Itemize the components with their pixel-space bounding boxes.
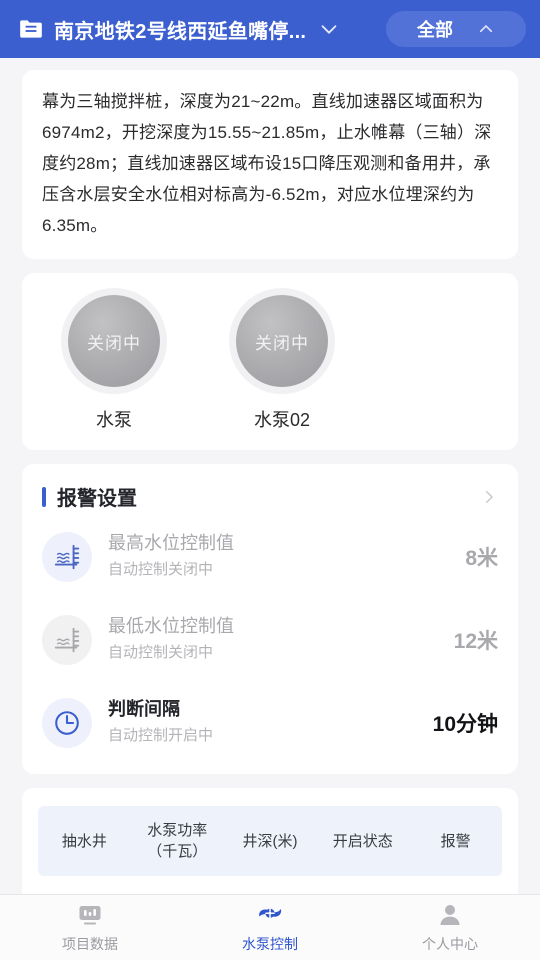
water-level-high-icon xyxy=(54,544,80,569)
alarm-icon-background xyxy=(42,697,92,748)
table-header-row: 抽水井 水泵功率 （千瓦） 井深(米) 开启状态 报警 xyxy=(38,806,502,876)
tab-pump-control[interactable]: 水泵控制 xyxy=(180,895,360,960)
alarm-label: 最低水位控制值 xyxy=(108,616,234,636)
pump-name-label: 水泵 xyxy=(96,410,132,430)
alarm-row-judgement-interval[interactable]: 判断间隔 自动控制开启中 10分钟 xyxy=(42,681,498,764)
tab-label: 项目数据 xyxy=(62,936,118,952)
cell-power: 1 xyxy=(131,876,224,894)
project-description-text: 幕为三轴搅拌桩，深度为21~22m。直线加速器区域面积为6974m2，开挖深度为… xyxy=(42,92,492,235)
filter-all-button[interactable]: 全部 xyxy=(386,11,526,47)
pump-well-table: 抽水井 水泵功率 （千瓦） 井深(米) 开启状态 报警 xyxy=(38,806,502,894)
table-body: 水泵 1 10 关闭中 否 水泵02 100 30 关闭中 否 xyxy=(38,876,502,894)
alarm-value: 8米 xyxy=(465,546,498,570)
bottom-tab-bar: 项目数据 水泵控制 个人中心 xyxy=(0,894,540,960)
table-row: 水泵 1 10 关闭中 否 xyxy=(38,876,502,894)
pump-state-label: 关闭中 xyxy=(255,333,309,353)
alarm-value: 12米 xyxy=(453,629,498,653)
pump-item: 关闭中 水泵02 xyxy=(232,295,332,432)
table-col-depth: 井深(米) xyxy=(223,806,317,876)
tab-project-data[interactable]: 项目数据 xyxy=(0,895,180,960)
alarm-sub-label: 自动控制关闭中 xyxy=(108,561,214,578)
alarm-row-max-water-level[interactable]: 最高水位控制值 自动控制关闭中 8米 xyxy=(42,515,498,598)
pump-toggle-button[interactable]: 关闭中 xyxy=(68,295,160,387)
alarm-sub-label: 自动控制关闭中 xyxy=(108,644,214,661)
alarm-icon-background xyxy=(42,614,92,665)
alarm-label: 判断间隔 xyxy=(108,699,180,719)
table-col-alarm: 报警 xyxy=(409,806,502,876)
water-level-low-icon xyxy=(54,627,80,652)
tab-label: 个人中心 xyxy=(422,936,478,952)
alarm-label: 最高水位控制值 xyxy=(108,533,234,553)
chevron-down-icon[interactable] xyxy=(318,18,340,40)
app-header: 南京地铁2号线西延鱼嘴停... 全部 xyxy=(0,0,540,58)
pump-toggle-button[interactable]: 关闭中 xyxy=(236,295,328,387)
user-icon xyxy=(440,905,460,925)
alarm-value: 10分钟 xyxy=(432,712,498,736)
alarm-row-min-water-level[interactable]: 最低水位控制值 自动控制关闭中 12米 xyxy=(42,598,498,681)
tab-label: 水泵控制 xyxy=(242,936,298,952)
table-col-line1: 抽水井 xyxy=(61,832,107,850)
pump-impeller-icon xyxy=(259,908,282,919)
page-title: 南京地铁2号线西延鱼嘴停... xyxy=(54,20,307,43)
alarm-text-block: 最高水位控制值 自动控制关闭中 xyxy=(108,531,441,582)
pump-state-label: 关闭中 xyxy=(87,333,141,353)
pump-control-card: 关闭中 水泵 关闭中 水泵02 xyxy=(22,273,518,450)
alarm-icon-background xyxy=(42,531,92,582)
table-col-line1: 报警 xyxy=(440,832,471,850)
table-col-line1: 开启状态 xyxy=(332,832,393,850)
alarm-settings-card: 报警设置 最高水位控制值 自动控制关闭中 8米 最低水位控制值 自动控制关闭中 … xyxy=(22,464,518,774)
tab-profile[interactable]: 个人中心 xyxy=(360,895,540,960)
alarm-text-block: 最低水位控制值 自动控制关闭中 xyxy=(108,614,430,665)
project-description-card: 幕为三轴搅拌桩，深度为21~22m。直线加速器区域面积为6974m2，开挖深度为… xyxy=(22,70,518,259)
clock-icon xyxy=(55,710,79,735)
table-col-line1: 水泵功率 xyxy=(147,822,208,839)
folder-icon xyxy=(20,20,42,38)
pump-item: 关闭中 水泵 xyxy=(64,295,164,432)
alarm-text-block: 判断间隔 自动控制开启中 xyxy=(108,697,409,748)
table-header: 抽水井 水泵功率 （千瓦） 井深(米) 开启状态 报警 xyxy=(38,806,502,876)
filter-all-label: 全部 xyxy=(417,20,453,40)
table-col-line2: （千瓦） xyxy=(147,843,208,860)
chevron-right-icon[interactable] xyxy=(480,488,498,506)
table-col-well: 抽水井 xyxy=(38,806,131,876)
cell-status: 关闭中 xyxy=(316,876,409,894)
cell-alarm: 否 xyxy=(409,876,502,894)
table-col-status: 开启状态 xyxy=(316,806,410,876)
chevron-up-icon xyxy=(479,25,493,33)
cell-well: 水泵 xyxy=(38,876,131,894)
pump-name-label: 水泵02 xyxy=(253,410,311,430)
cell-depth: 10 xyxy=(224,876,317,894)
alarm-settings-header[interactable]: 报警设置 xyxy=(42,482,498,515)
chart-bar-icon xyxy=(79,906,101,925)
table-col-power: 水泵功率 （千瓦） xyxy=(130,806,224,876)
alarm-settings-title: 报警设置 xyxy=(57,488,137,510)
alarm-sub-label: 自动控制开启中 xyxy=(108,727,214,744)
pump-well-table-card: 抽水井 水泵功率 （千瓦） 井深(米) 开启状态 报警 xyxy=(22,788,518,894)
table-col-line1: 井深(米) xyxy=(242,832,298,850)
section-accent-bar xyxy=(42,486,46,507)
scroll-content[interactable]: 幕为三轴搅拌桩，深度为21~22m。直线加速器区域面积为6974m2，开挖深度为… xyxy=(0,58,540,894)
